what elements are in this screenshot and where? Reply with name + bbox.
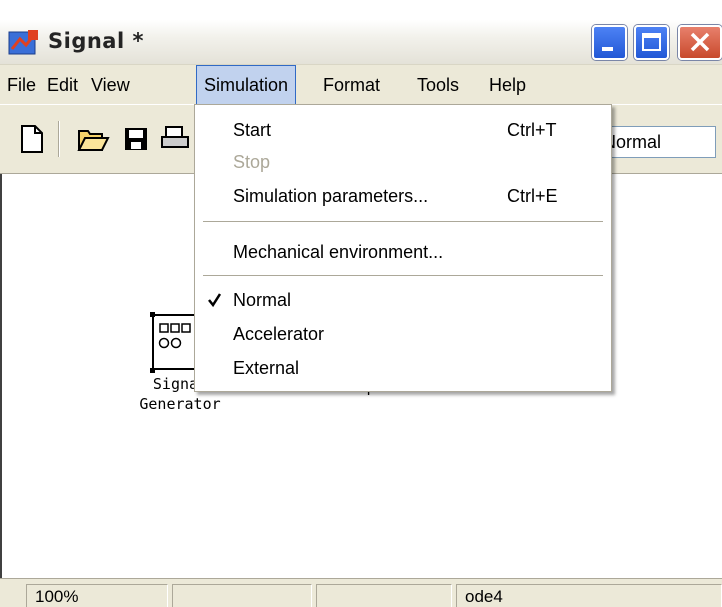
menu-item-accelerator[interactable]: Accelerator	[195, 317, 611, 351]
title-bar: Signal *	[0, 20, 722, 64]
menu-item-simulation-parameters[interactable]: Simulation parameters... Ctrl+E	[195, 179, 611, 213]
menu-edit[interactable]: Edit	[40, 65, 85, 105]
menu-file[interactable]: File	[0, 65, 43, 105]
print-icon[interactable]	[160, 123, 194, 155]
close-button[interactable]	[678, 25, 722, 60]
toolbar-separator	[58, 121, 60, 157]
menu-separator	[203, 221, 603, 223]
new-icon[interactable]	[18, 123, 46, 155]
save-icon[interactable]	[122, 123, 150, 155]
simulink-model-icon	[8, 29, 40, 57]
selection-handle[interactable]	[150, 368, 155, 373]
menu-item-normal[interactable]: Normal	[195, 283, 611, 317]
minimize-button[interactable]	[592, 25, 627, 60]
menu-item-stop: Stop	[233, 152, 271, 172]
menu-help[interactable]: Help	[482, 65, 533, 105]
status-cell-3	[316, 584, 452, 607]
open-icon[interactable]	[76, 123, 110, 155]
status-solver: ode4	[456, 584, 722, 607]
menu-item-start[interactable]: Start Ctrl+T	[195, 113, 611, 147]
status-bar: 100% ode4	[0, 578, 722, 607]
status-cell-2	[172, 584, 312, 607]
menu-item-external[interactable]: External	[195, 351, 611, 385]
menu-item-mechanical-environment[interactable]: Mechanical environment...	[195, 235, 611, 269]
menu-tools[interactable]: Tools	[410, 65, 466, 105]
window-title: Signal *	[48, 29, 144, 53]
menu-simulation[interactable]: Simulation	[196, 65, 297, 105]
status-zoom: 100%	[26, 584, 168, 607]
menu-bar: File Edit View Simulation Format Tools H…	[0, 64, 722, 105]
simulation-dropdown-menu: Start Ctrl+T Stop Simulation parameters.…	[194, 104, 612, 392]
menu-view[interactable]: View	[84, 65, 137, 105]
menu-format[interactable]: Format	[316, 65, 387, 105]
selection-handle[interactable]	[150, 312, 155, 317]
maximize-button[interactable]	[634, 25, 669, 60]
menu-separator	[203, 275, 603, 277]
